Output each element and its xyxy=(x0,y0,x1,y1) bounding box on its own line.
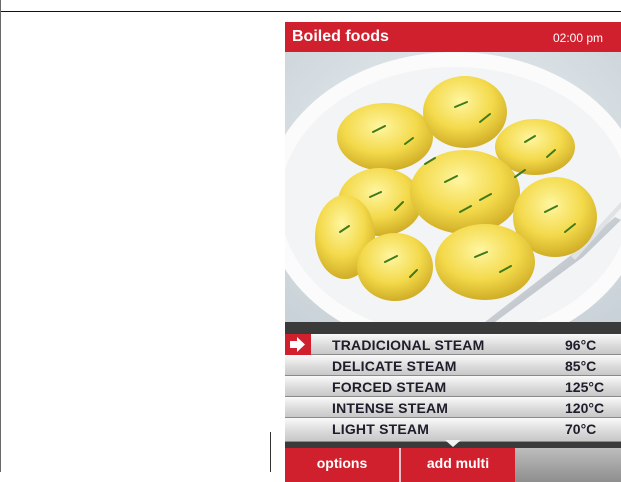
page-title: Boiled foods xyxy=(292,28,389,45)
options-button[interactable]: options xyxy=(285,448,399,482)
footer-bar: options add multi xyxy=(285,448,621,482)
mode-name: INTENSE STEAM xyxy=(332,400,449,416)
mode-name: TRADICIONAL STEAM xyxy=(332,337,485,353)
right-arrow-icon xyxy=(285,334,311,355)
oven-display: Boiled foods 02:00 pm TRADICIONAL STEAM … xyxy=(285,22,621,482)
mode-row-tradicional-steam[interactable]: TRADICIONAL STEAM 96°C xyxy=(285,334,621,355)
food-photo xyxy=(285,52,621,322)
mode-name: FORCED STEAM xyxy=(332,379,447,395)
mode-name: LIGHT STEAM xyxy=(332,421,430,437)
separator-bar xyxy=(285,322,621,334)
mode-row-light-steam[interactable]: LIGHT STEAM 70°C xyxy=(285,418,621,442)
mode-temperature: 96°C xyxy=(565,337,597,353)
mode-row-intense-steam[interactable]: INTENSE STEAM 120°C xyxy=(285,397,621,418)
mode-temperature: 125°C xyxy=(565,379,605,395)
boiled-potatoes-image xyxy=(285,52,621,322)
mode-temperature: 70°C xyxy=(565,421,597,437)
mode-row-forced-steam[interactable]: FORCED STEAM 125°C xyxy=(285,376,621,397)
outer-frame-left xyxy=(0,0,1,482)
mode-temperature: 120°C xyxy=(565,400,605,416)
steam-mode-list: TRADICIONAL STEAM 96°C DELICATE STEAM 85… xyxy=(285,334,621,442)
disabled-button xyxy=(515,448,621,482)
mode-name: DELICATE STEAM xyxy=(332,358,457,374)
header-bar: Boiled foods 02:00 pm xyxy=(285,22,621,52)
outer-frame-top xyxy=(0,0,621,12)
chevron-down-icon[interactable] xyxy=(445,440,461,447)
mode-temperature: 85°C xyxy=(565,358,597,374)
clock-time: 02:00 pm xyxy=(553,31,604,45)
add-multi-button[interactable]: add multi xyxy=(401,448,515,482)
mode-row-delicate-steam[interactable]: DELICATE STEAM 85°C xyxy=(285,355,621,376)
